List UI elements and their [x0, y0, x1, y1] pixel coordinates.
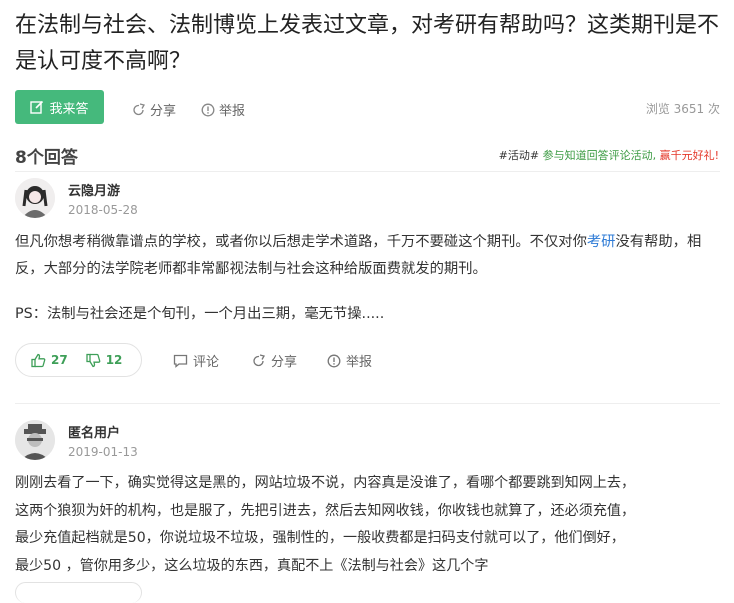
answer-body: 刚刚去看了一下，确实觉得这是黑的，网站垃圾不说，内容真是没谁了，看哪个都要跳到知…	[15, 470, 730, 580]
comment-label: 评论	[193, 355, 220, 370]
user-avatar-icon	[15, 178, 55, 218]
answer-line: 刚刚去看了一下，确实觉得这是黑的，网站垃圾不说，内容真是没谁了，看哪个都要跳到知…	[15, 475, 636, 491]
answer-button[interactable]: 我来答	[15, 90, 104, 124]
divider	[15, 403, 720, 404]
promo-tag: #活动#	[498, 149, 540, 162]
dislike-button[interactable]: 12	[86, 353, 123, 368]
question-share-button[interactable]: 分享	[132, 100, 176, 119]
answer-date: 2018-05-28	[68, 203, 138, 217]
avatar[interactable]	[15, 420, 55, 460]
like-count: 27	[51, 353, 68, 367]
promo-banner[interactable]: #活动# 参与知道回答评论活动, 赢千元好礼!	[499, 147, 719, 163]
answer-count: 8个回答	[15, 148, 78, 168]
thumbs-up-icon	[31, 353, 46, 367]
dislike-count: 12	[105, 353, 123, 367]
answer-date: 2019-01-13	[68, 445, 138, 459]
answer-button-label: 我来答	[49, 101, 89, 117]
answer-line: 最少充值起档就是50，你说垃圾不垃圾，强制性的，一般收费都是扫码支付就可以了，他…	[15, 530, 625, 546]
answer-share-button[interactable]: 分享	[252, 351, 297, 370]
answer-line: 最少50 ，管你用多少，这么垃圾的东西，真配不上《法制与社会》这几个字	[15, 557, 489, 574]
comment-button[interactable]: 评论	[173, 351, 219, 370]
share-icon	[253, 353, 265, 366]
question-report-button[interactable]: 举报	[201, 100, 245, 119]
report-icon	[201, 103, 215, 116]
share-icon	[133, 102, 145, 115]
vote-group: 27 12	[15, 343, 142, 377]
answer-report-button[interactable]: 举报	[327, 351, 372, 370]
edit-icon	[30, 100, 44, 114]
kaoyan-link[interactable]: 考研	[587, 234, 616, 250]
like-button[interactable]: 27	[31, 353, 68, 368]
question-share-label: 分享	[150, 104, 177, 119]
view-count: 浏览 3651 次	[645, 102, 720, 116]
answer-body: 但凡你想考稍微靠谱点的学校，或者你以后想走学术道路，千万不要碰这个期刊。不仅对你…	[15, 229, 727, 283]
vote-group	[15, 582, 142, 603]
anonymous-user-icon	[15, 420, 55, 460]
question-title: 在法制与社会、法制博览上发表过文章，对考研有帮助吗？这类期刊是不是认可度不高啊？	[15, 13, 720, 74]
promo-gift[interactable]: 赢千元好礼!	[660, 149, 719, 162]
divider	[15, 171, 720, 172]
comment-icon	[173, 354, 188, 368]
answer-ps: PS：法制与社会还是个旬刊，一个月出三期，毫无节操.....	[15, 306, 385, 322]
report-icon	[327, 354, 341, 367]
answer-text: 但凡你想考稍微靠谱点的学校，或者你以后想走学术道路，千万不要碰这个期刊。不仅对你	[15, 234, 587, 250]
promo-link[interactable]: 参与知道回答评论活动,	[543, 149, 657, 162]
question-report-label: 举报	[219, 104, 246, 119]
user-name[interactable]: 云隐月游	[68, 180, 120, 199]
user-name[interactable]: 匿名用户	[68, 422, 120, 441]
answer-share-label: 分享	[271, 355, 298, 370]
thumbs-down-icon	[86, 353, 101, 367]
answer-report-label: 举报	[346, 355, 373, 370]
avatar[interactable]	[15, 178, 55, 218]
answer-line: 这两个狼狈为奸的机构，也是服了，先把引进去，然后去知网收钱，你收钱也就算了，还必…	[15, 502, 636, 519]
